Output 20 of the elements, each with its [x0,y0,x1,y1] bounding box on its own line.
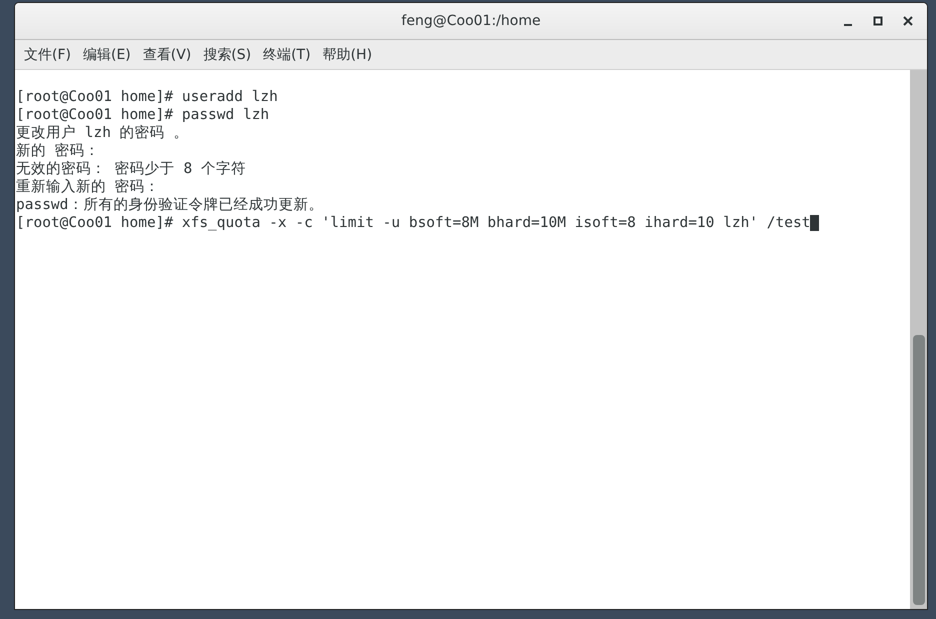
terminal-line: 无效的密码： 密码少于 8 个字符 [16,160,246,178]
minimize-icon [844,24,852,26]
menu-item[interactable]: 终端(T) [258,44,316,66]
menu-item[interactable]: 编辑(E) [78,44,136,66]
menu-item[interactable]: 搜索(S) [198,44,256,66]
maximize-icon [873,16,883,26]
scrollbar-thumb[interactable] [913,335,925,605]
terminal-line: passwd：所有的身份验证令牌已经成功更新。 [16,196,324,214]
menu-item[interactable]: 查看(V) [138,44,196,66]
menu-item[interactable]: 文件(F) [19,44,76,66]
close-icon [903,16,913,26]
terminal-line: 新的 密码： [16,142,100,160]
terminal-line: [root@Coo01 home]# useradd lzh [16,88,278,106]
terminal-line: [root@Coo01 home]# xfs_quota -x -c 'limit -u bsoft=8M bhard=10M isoft=8 ihard=10 lzh' /test [16,214,810,232]
terminal-line: 更改用户 lzh 的密码 。 [16,124,188,142]
terminal-line: [root@Coo01 home]# passwd lzh [16,106,270,124]
scrollbar[interactable] [910,70,927,609]
menu-item[interactable]: 帮助(H) [318,44,378,66]
window-title: feng@Coo01:/home [401,13,541,29]
terminal-line: 重新输入新的 密码： [16,178,160,196]
